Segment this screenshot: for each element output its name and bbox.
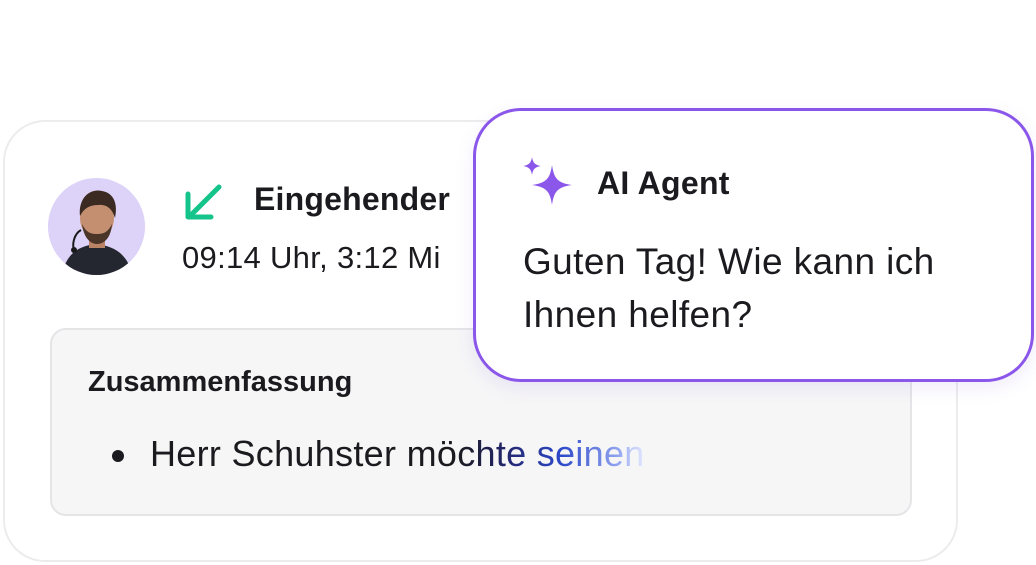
ai-agent-message: Guten Tag! Wie kann ich Ihnen helfen?	[523, 241, 935, 335]
call-time-duration: 09:14 Uhr, 3:12 Mi	[182, 240, 441, 275]
bullet-icon	[112, 450, 124, 462]
ai-agent-card: AI Agent Guten Tag! Wie kann ich Ihnen h…	[473, 108, 1034, 382]
arrow-down-left-icon	[185, 184, 222, 220]
avatar	[48, 178, 145, 275]
summary-bullet-text: Herr Schuhster möchte seinen	[150, 433, 645, 475]
summary-title: Zusammenfassung	[88, 366, 353, 398]
sparkle-icon	[523, 157, 572, 205]
summary-bullet-plain: Herr Schuhster mö	[150, 433, 458, 474]
ai-agent-title: AI Agent	[597, 165, 730, 201]
summary-bullet-faded: chte seinen	[457, 433, 645, 474]
call-title: Eingehender	[254, 181, 451, 217]
